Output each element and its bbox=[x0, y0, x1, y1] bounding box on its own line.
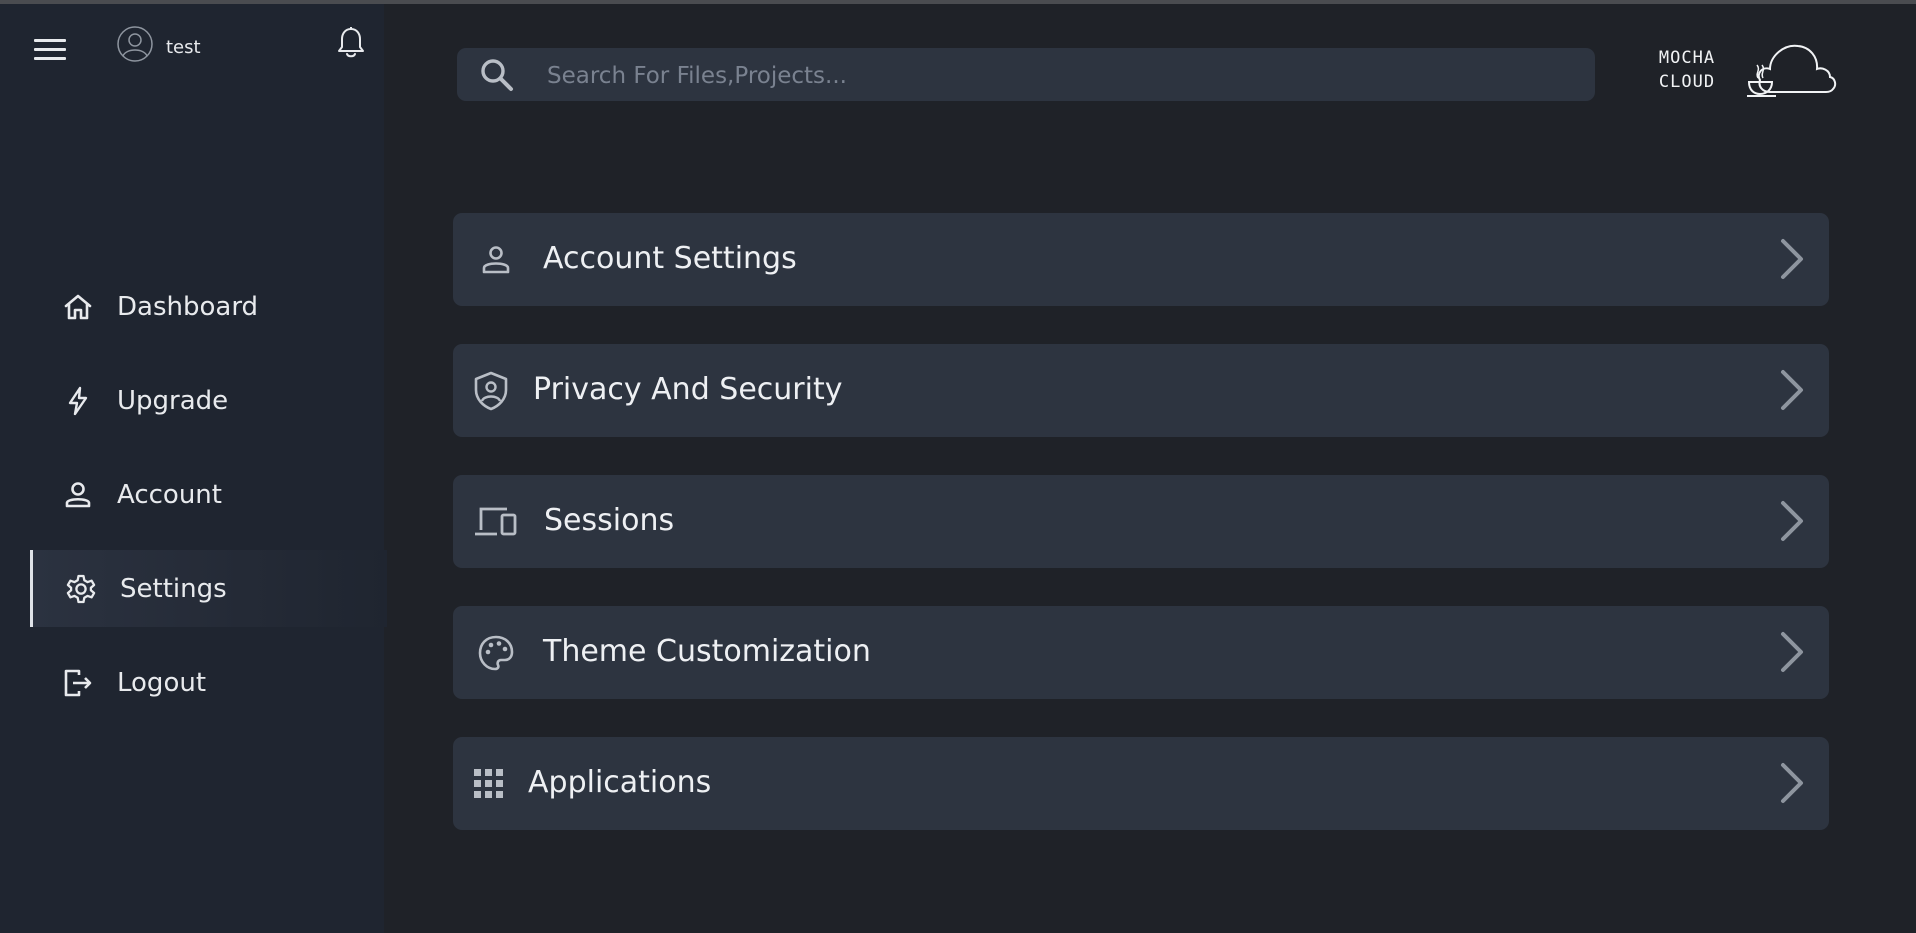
settings-item-applications[interactable]: Applications bbox=[453, 737, 1829, 830]
sidebar: test Dashboard Upgrade Account Settings … bbox=[0, 4, 387, 933]
settings-item-label: Applications bbox=[528, 765, 712, 800]
user-icon bbox=[62, 479, 94, 511]
search-bar[interactable] bbox=[457, 48, 1595, 103]
user-icon bbox=[475, 239, 517, 281]
avatar-icon[interactable] bbox=[117, 26, 153, 62]
chevron-right-icon bbox=[1781, 239, 1803, 279]
shield-icon bbox=[470, 370, 512, 412]
logo-text-line-1: MOCHA bbox=[1658, 48, 1716, 68]
grid-icon bbox=[473, 763, 505, 805]
search-icon bbox=[481, 59, 513, 91]
chevron-right-icon bbox=[1781, 501, 1803, 541]
logout-icon bbox=[62, 667, 94, 699]
search-input[interactable] bbox=[545, 48, 1569, 103]
sidebar-item-upgrade[interactable]: Upgrade bbox=[30, 363, 384, 439]
sidebar-item-settings[interactable]: Settings bbox=[30, 550, 387, 627]
settings-item-theme-customization[interactable]: Theme Customization bbox=[453, 606, 1829, 699]
bell-icon[interactable] bbox=[336, 26, 366, 60]
sidebar-item-label: Settings bbox=[120, 573, 227, 604]
sidebar-item-label: Dashboard bbox=[117, 292, 259, 322]
menu-toggle-icon[interactable] bbox=[34, 37, 68, 61]
username: test bbox=[166, 37, 201, 58]
settings-item-label: Privacy And Security bbox=[533, 372, 843, 407]
chevron-right-icon bbox=[1781, 370, 1803, 410]
sidebar-item-account[interactable]: Account bbox=[30, 457, 384, 533]
settings-item-account-settings[interactable]: Account Settings bbox=[453, 213, 1829, 306]
logo-text-line-2: CLOUD bbox=[1658, 72, 1716, 92]
settings-item-label: Theme Customization bbox=[543, 634, 871, 669]
sidebar-item-label: Account bbox=[117, 480, 222, 510]
palette-icon bbox=[475, 632, 517, 674]
logo: MOCHA CLOUD bbox=[1652, 40, 1837, 100]
chevron-right-icon bbox=[1781, 763, 1803, 803]
settings-item-label: Account Settings bbox=[543, 241, 797, 276]
devices-icon bbox=[473, 501, 519, 543]
sidebar-item-label: Upgrade bbox=[117, 386, 229, 416]
sidebar-item-dashboard[interactable]: Dashboard bbox=[30, 269, 384, 345]
sidebar-item-label: Logout bbox=[117, 668, 207, 698]
settings-item-privacy-and-security[interactable]: Privacy And Security bbox=[453, 344, 1829, 437]
cloud-cup-icon bbox=[1747, 44, 1837, 97]
chevron-right-icon bbox=[1781, 632, 1803, 672]
settings-item-sessions[interactable]: Sessions bbox=[453, 475, 1829, 568]
sidebar-item-logout[interactable]: Logout bbox=[30, 645, 384, 721]
settings-item-label: Sessions bbox=[544, 503, 675, 538]
bolt-icon bbox=[62, 385, 94, 417]
gear-icon bbox=[65, 573, 97, 605]
home-icon bbox=[62, 291, 94, 323]
